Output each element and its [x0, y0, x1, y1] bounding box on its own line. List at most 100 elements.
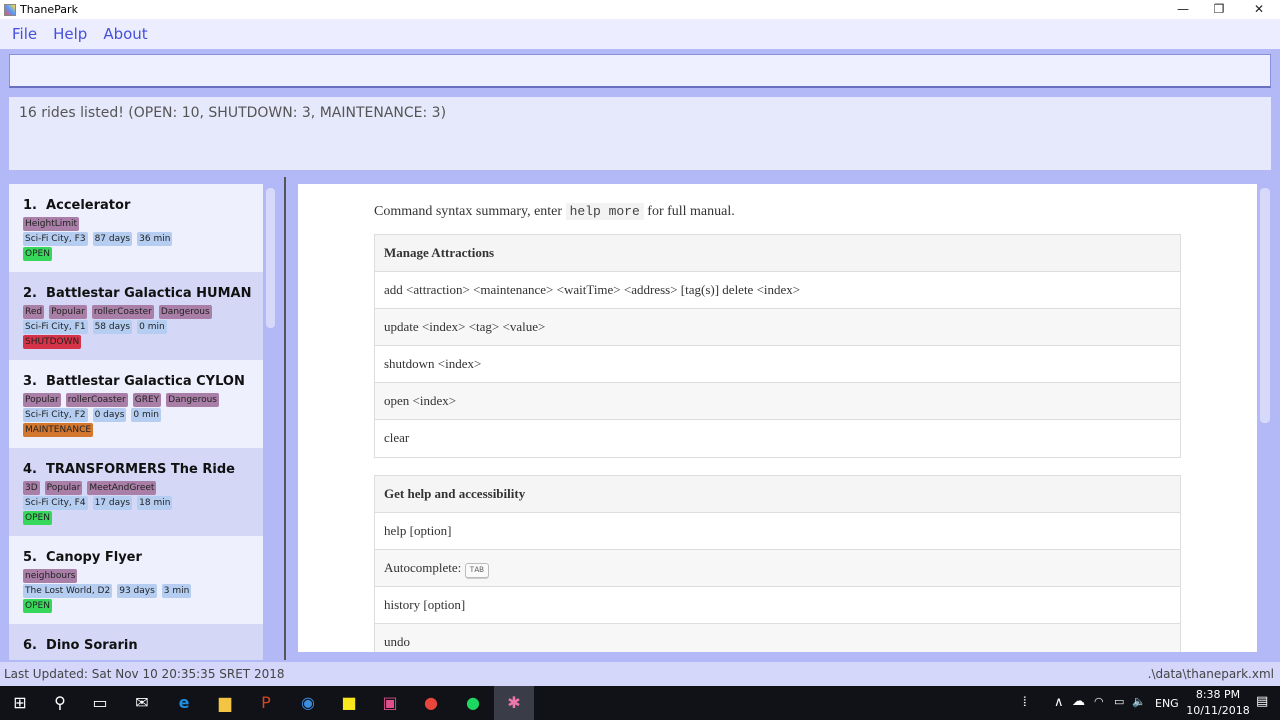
help-row: update <index> <tag> <value> [375, 309, 1180, 346]
ride-card[interactable]: 2. Battlestar Galactica HUMAN Red Popular r… [9, 272, 263, 360]
ride-tags: Red Popular rollerCoaster Dangerous [23, 305, 263, 319]
ride-maintenance: 93 days [117, 584, 157, 598]
file-path: .\data\thanepark.xml [1147, 667, 1274, 681]
command-input[interactable] [9, 54, 1271, 88]
ride-card[interactable]: 4. TRANSFORMERS The Ride 3D Popular MeetAnd… [9, 448, 263, 536]
battery-icon[interactable]: ▭ [1114, 695, 1124, 708]
status-bar: Last Updated: Sat Nov 10 20:35:35 SRET 2… [0, 662, 1280, 686]
tag-label: neighbours [23, 569, 78, 583]
tag-label: Popular [49, 305, 87, 319]
wifi-icon[interactable]: ◠ [1094, 695, 1104, 708]
last-updated: Last Updated: Sat Nov 10 20:35:35 SRET 2… [4, 667, 285, 681]
ride-wait-time: 36 min [137, 232, 173, 246]
ride-info: Sci-Fi City, F3 87 days 36 min [23, 232, 263, 246]
menu-help[interactable]: Help [53, 25, 87, 43]
tag-label: Dangerous [166, 393, 219, 407]
help-table: Get help and accessibility help [option] A… [374, 475, 1181, 652]
ride-wait-time: 0 min [131, 408, 161, 422]
help-more-code: help more [565, 203, 644, 220]
ride-card[interactable]: 5. Canopy Flyer neighbours The Lost World,… [9, 536, 263, 624]
ride-info: Sci-Fi City, F4 17 days 18 min [23, 496, 263, 510]
ride-list[interactable]: 1. Accelerator HeightLimit Sci-Fi City, F3… [9, 184, 263, 660]
ride-maintenance: 87 days [92, 232, 133, 246]
volume-icon[interactable]: 🔈 [1132, 695, 1146, 708]
ride-status-badge: OPEN [23, 599, 52, 613]
task-view-icon[interactable]: ▭ [80, 686, 120, 720]
language-indicator[interactable]: ENG [1155, 697, 1179, 710]
clock-date[interactable]: 10/11/2018 [1183, 704, 1253, 717]
split-divider[interactable] [284, 177, 286, 660]
ride-name: 2. Battlestar Galactica HUMAN [23, 286, 252, 301]
ride-info: Sci-Fi City, F2 0 days 0 min [23, 408, 263, 422]
tray-chevron-icon[interactable]: ∧ [1054, 695, 1064, 710]
ride-tags: 3D Popular MeetAndGreet [23, 481, 263, 495]
intellij-icon[interactable]: ▣ [370, 686, 410, 720]
maximize-button[interactable]: ❐ [1201, 0, 1237, 19]
clock-time[interactable]: 8:38 PM [1190, 688, 1246, 701]
tag-label: rollerCoaster [91, 305, 154, 319]
ride-card[interactable]: 6. Dino Sorarin [9, 624, 263, 660]
menu-bar: File Help About [0, 19, 1280, 49]
tag-label: GREY [132, 393, 162, 407]
ride-info: The Lost World, D2 93 days 3 min [23, 584, 263, 598]
ride-maintenance: 0 days [92, 408, 127, 422]
ride-wait-time: 18 min [137, 496, 173, 510]
notifications-icon[interactable]: ▤ [1256, 694, 1268, 709]
ride-name: 5. Canopy Flyer [23, 550, 142, 565]
menu-about[interactable]: About [103, 25, 147, 43]
ride-info: Sci-Fi City, F1 58 days 0 min [23, 320, 263, 334]
ride-address: Sci-Fi City, F4 [23, 496, 88, 510]
ride-address: Sci-Fi City, F1 [23, 320, 88, 334]
ride-address: Sci-Fi City, F3 [23, 232, 88, 246]
ride-wait-time: 0 min [137, 320, 167, 334]
ride-status-badge: SHUTDOWN [23, 335, 82, 349]
title-bar: ThanePark — ❐ ✕ [0, 0, 1280, 19]
chrome-icon[interactable]: ● [411, 686, 451, 720]
spotify-icon[interactable]: ● [453, 686, 493, 720]
taskbar: ⊞ ⚲ ▭ ✉ e ▆ P ◉ ■ ▣ ● ● ✱ ⵂ ∧ ☁ ◠ ▭ 🔈 EN… [0, 686, 1280, 720]
tag-label: Dangerous [158, 305, 212, 319]
edge-icon[interactable]: e [164, 686, 204, 720]
ride-wait-time: 3 min [161, 584, 192, 598]
help-row: history [option] [375, 587, 1180, 624]
onedrive-icon[interactable]: ☁ [1072, 694, 1085, 709]
minimize-button[interactable]: — [1165, 0, 1201, 19]
app-icon [4, 3, 16, 16]
help-row: add <attraction> <maintenance> <waitTime… [375, 272, 1180, 309]
tag-label: HeightLimit [23, 217, 80, 231]
ride-card[interactable]: 1. Accelerator HeightLimit Sci-Fi City, F3… [9, 184, 263, 272]
powerpoint-icon[interactable]: P [246, 686, 286, 720]
close-button[interactable]: ✕ [1241, 0, 1277, 19]
menu-file[interactable]: File [12, 25, 37, 43]
file-explorer-icon[interactable]: ▆ [205, 686, 245, 720]
ride-name: 4. TRANSFORMERS The Ride [23, 462, 235, 477]
tag-label: MeetAndGreet [87, 481, 157, 495]
ride-name: 1. Accelerator [23, 198, 131, 213]
ride-maintenance: 58 days [92, 320, 133, 334]
ride-tags: Popular rollerCoaster GREY Dangerous [23, 393, 263, 407]
tag-label: Popular [23, 393, 61, 407]
help-row: help [option] [375, 513, 1180, 550]
thanepark-app-icon[interactable]: ✱ [494, 686, 534, 720]
help-scrollbar[interactable] [1260, 188, 1270, 423]
help-row: shutdown <index> [375, 346, 1180, 383]
sticky-notes-icon[interactable]: ■ [329, 686, 369, 720]
help-section-title: Get help and accessibility [375, 476, 1180, 513]
tag-label: Popular [44, 481, 83, 495]
tab-key: TAB [464, 563, 489, 578]
ride-name: 3. Battlestar Galactica CYLON [23, 374, 245, 389]
ride-card[interactable]: 3. Battlestar Galactica CYLON Popular roll… [9, 360, 263, 448]
ride-tags: neighbours [23, 569, 263, 583]
mail-icon[interactable]: ✉ [122, 686, 162, 720]
people-icon[interactable]: ⵂ [1023, 695, 1027, 710]
window-title: ThanePark [20, 3, 78, 16]
ride-list-scrollbar[interactable] [266, 188, 275, 328]
start-icon[interactable]: ⊞ [0, 686, 40, 720]
help-row: open <index> [375, 383, 1180, 420]
tag-label: rollerCoaster [65, 393, 128, 407]
ride-status-badge: MAINTENANCE [23, 423, 94, 437]
tag-label: 3D [23, 481, 40, 495]
ride-maintenance: 17 days [92, 496, 133, 510]
search-icon[interactable]: ⚲ [40, 686, 80, 720]
maps-icon[interactable]: ◉ [288, 686, 328, 720]
